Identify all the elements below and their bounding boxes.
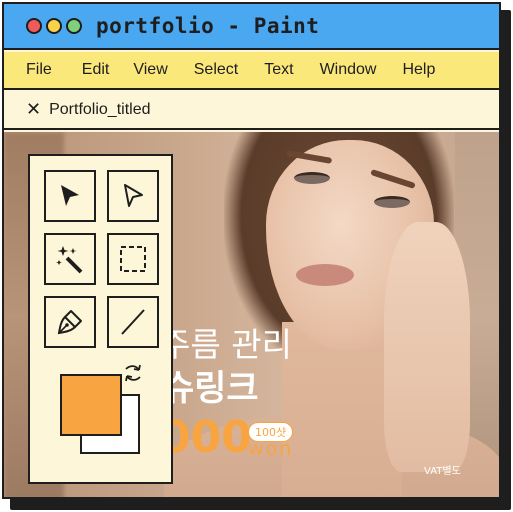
menu-window[interactable]: Window [320,61,377,79]
paint-window: portfolio - Paint File Edit View Select … [2,2,501,499]
portrait-lips [296,264,354,286]
portrait-left-eye [294,172,330,184]
menu-view[interactable]: View [133,61,167,79]
menu-bar: File Edit View Select Text Window Help [4,52,499,90]
line-tool-icon [121,309,145,335]
tool-palette [28,154,173,484]
promo-price: 000 [160,412,252,463]
maximize-window-button[interactable] [66,18,82,34]
document-tab-bar: ✕ Portfolio_titled [4,92,499,130]
portrait-hand [384,222,470,472]
marquee-select-icon [120,246,146,272]
document-tab-label[interactable]: Portfolio_titled [49,101,150,119]
direct-select-icon [124,184,143,207]
menu-file[interactable]: File [26,61,52,79]
promo-currency-unit: won [248,438,294,460]
magic-wand-icon [56,246,83,274]
promo-headline: 주름 관리 [160,325,292,364]
marquee-tool-button[interactable] [107,233,159,285]
magic-wand-tool-button[interactable] [44,233,96,285]
title-bar[interactable]: portfolio - Paint [4,4,499,50]
pen-tool-button[interactable] [44,296,96,348]
direct-select-tool-button[interactable] [107,170,159,222]
select-arrow-icon [61,185,79,206]
pen-tool-icon [57,310,82,335]
swap-colors-icon[interactable] [122,362,144,384]
minimize-window-button[interactable] [46,18,62,34]
foreground-color-swatch[interactable] [60,374,122,436]
line-tool-button[interactable] [107,296,159,348]
menu-text[interactable]: Text [264,61,293,79]
close-window-button[interactable] [26,18,42,34]
menu-select[interactable]: Select [194,61,238,79]
select-tool-button[interactable] [44,170,96,222]
promo-product-name: 슈링크 [162,369,259,409]
menu-edit[interactable]: Edit [82,61,110,79]
menu-help[interactable]: Help [402,61,435,79]
close-tab-icon[interactable]: ✕ [26,101,41,119]
portrait-right-eye [374,196,410,208]
promo-vat-note: VAT별도 [424,466,461,477]
app-title: portfolio - Paint [96,14,320,38]
